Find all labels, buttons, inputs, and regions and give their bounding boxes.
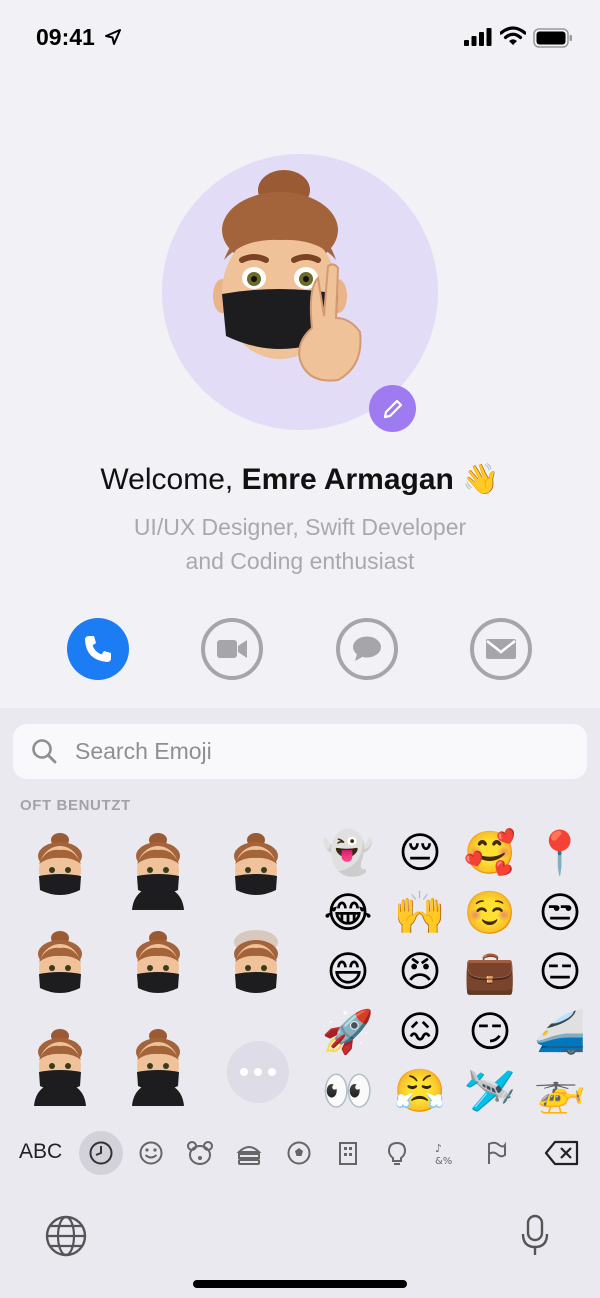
welcome-heading: Welcome, Emre Armagan 👋 — [0, 462, 600, 497]
home-indicator[interactable] — [193, 1280, 407, 1288]
category-smileys[interactable] — [129, 1131, 173, 1175]
emoji-key[interactable]: 😖 — [392, 1004, 448, 1060]
emoji-key[interactable]: 🥰 — [462, 825, 518, 881]
memoji-sticker-grawlix-mask[interactable] — [216, 830, 296, 910]
welcome-prefix: Welcome, — [100, 463, 234, 496]
video-call-button[interactable] — [201, 618, 263, 680]
building-icon — [339, 1142, 357, 1165]
dot — [240, 1068, 248, 1076]
memoji-sticker-mind-blown[interactable] — [216, 928, 296, 1008]
section-label: OFT BENUTZT — [20, 797, 131, 814]
wifi-icon — [500, 26, 526, 45]
emoji-key[interactable]: 😠 — [392, 944, 448, 1000]
bio-line: UI/UX Designer, Swift Developer — [133, 514, 467, 540]
search-icon — [32, 739, 57, 764]
pencil-icon — [383, 399, 402, 418]
emoji-key[interactable]: 😄 — [320, 944, 376, 1000]
battery-icon — [533, 28, 572, 48]
memoji-sticker-thumbs-up[interactable] — [20, 830, 100, 910]
cellular-signal-icon — [464, 28, 492, 46]
emoji-key[interactable]: 👻 — [320, 825, 376, 881]
emoji-key[interactable]: 🛩️ — [462, 1063, 518, 1119]
backspace-icon — [544, 1140, 579, 1166]
emoji-key[interactable]: 🚀 — [320, 1004, 376, 1060]
user-bio: UI/UX Designer, Swift Developer and Codi… — [0, 510, 600, 578]
emoji-keyboard: Search Emoji OFT BENUTZT 👻 😔 🥰 📍 😂 🙌 ☺️ 😒 😄 😠 💼 😑 🚀 😖… — [0, 708, 600, 1298]
emoji-key[interactable]: 🚄 — [532, 1004, 588, 1060]
lightbulb-icon — [387, 1141, 407, 1165]
flag-icon — [488, 1141, 506, 1164]
bio-line: and Coding enthusiast — [185, 548, 415, 574]
memoji-avatar-image — [213, 170, 362, 382]
emoji-key[interactable]: 😤 — [392, 1063, 448, 1119]
emoji-key[interactable]: 🙌 — [392, 885, 448, 941]
svg-text:♪: ♪ — [435, 1142, 442, 1155]
emoji-key[interactable]: 👀 — [320, 1063, 376, 1119]
more-memoji-button[interactable] — [227, 1041, 289, 1103]
emoji-key[interactable]: 😑 — [532, 944, 588, 1000]
category-animals[interactable] — [178, 1131, 222, 1175]
category-activity[interactable] — [277, 1131, 321, 1175]
message-button[interactable] — [336, 618, 398, 680]
memoji-sticker-peace-sign[interactable] — [118, 928, 198, 1008]
search-placeholder: Search Emoji — [75, 738, 212, 764]
mail-button[interactable] — [470, 618, 532, 680]
category-objects[interactable] — [375, 1131, 419, 1175]
microphone-icon[interactable] — [520, 1214, 550, 1258]
category-food[interactable] — [227, 1131, 271, 1175]
clock-icon — [89, 1141, 113, 1165]
memoji-sticker-meditating[interactable] — [118, 1026, 198, 1106]
status-time: 09:41 — [36, 24, 95, 50]
user-name: Emre Armagan — [241, 463, 454, 496]
emoji-key[interactable]: 😔 — [392, 825, 448, 881]
category-flags[interactable] — [474, 1131, 518, 1175]
chat-bubble-icon — [353, 636, 381, 661]
phone-icon — [85, 636, 111, 662]
memoji-sticker-wink[interactable] — [20, 928, 100, 1008]
category-travel[interactable] — [326, 1131, 370, 1175]
envelope-icon — [486, 639, 516, 659]
soccer-ball-icon — [287, 1141, 311, 1165]
emoji-search-input[interactable]: Search Emoji — [13, 724, 587, 779]
emoji-key[interactable]: 💼 — [462, 944, 518, 1000]
dot — [254, 1068, 262, 1076]
bear-icon — [187, 1141, 213, 1165]
dot — [268, 1068, 276, 1076]
contact-actions — [0, 618, 600, 680]
svg-text:&%: &% — [435, 1156, 452, 1166]
memoji-sticker-pointing[interactable] — [20, 1026, 100, 1106]
emoji-key[interactable]: 😒 — [532, 885, 588, 941]
wave-emoji: 👋 — [462, 463, 500, 496]
edit-avatar-button[interactable] — [369, 385, 416, 432]
emoji-key[interactable]: 😏 — [462, 1004, 518, 1060]
memoji-sticker-hand-over-mouth[interactable] — [118, 830, 198, 910]
symbols-icon: ♪&% — [435, 1142, 452, 1166]
category-symbols[interactable]: ♪ &% — [425, 1131, 469, 1175]
globe-icon[interactable] — [44, 1214, 88, 1258]
category-recent[interactable] — [79, 1131, 123, 1175]
location-arrow-icon — [105, 29, 121, 45]
emoji-key[interactable]: 📍 — [532, 825, 588, 881]
emoji-key[interactable]: ☺️ — [462, 885, 518, 941]
call-button[interactable] — [67, 618, 129, 680]
burger-icon — [236, 1146, 262, 1165]
emoji-category-bar: ABC ♪ &% — [0, 1128, 600, 1178]
emoji-key[interactable]: 😂 — [320, 885, 376, 941]
delete-key[interactable] — [540, 1131, 584, 1175]
abc-key[interactable]: ABC — [19, 1140, 62, 1164]
emoji-key[interactable]: 🚁 — [532, 1063, 588, 1119]
smiley-icon — [139, 1141, 163, 1165]
status-bar: 09:41 — [0, 0, 600, 76]
video-camera-icon — [217, 640, 247, 658]
